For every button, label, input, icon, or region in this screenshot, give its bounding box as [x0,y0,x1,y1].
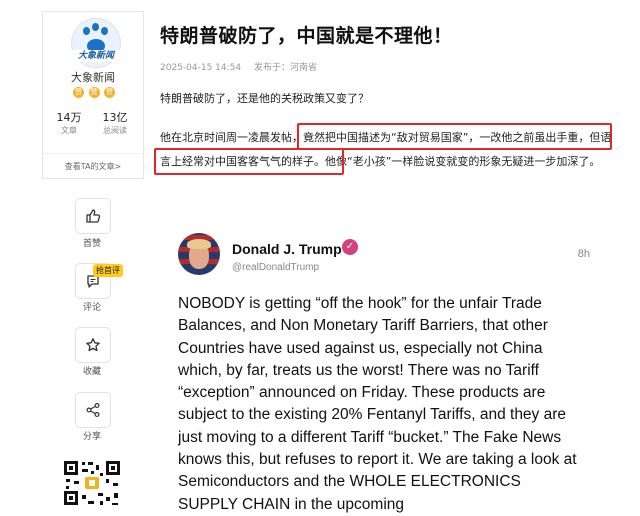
publish-datetime: 2025-04-15 14:54 [160,63,242,73]
view-articles-link[interactable]: 查看TA的文章> [43,161,143,172]
author-badges: 赞 赞 赞 [73,87,115,99]
paw-toe [101,27,108,35]
author-name[interactable]: 大象新闻 [43,69,143,85]
stat-value: 14万 [56,111,82,124]
post-author-handle[interactable]: @realDonaldTrump [232,262,319,273]
like-label: 首赞 [82,239,101,249]
embedded-social-post: Donald J. Trump ✓ @realDonaldTrump 8h NO… [170,222,610,513]
favorite-button[interactable] [75,327,111,363]
share-button[interactable] [75,392,111,428]
publish-location: 发布于：河南省 [253,63,317,73]
avatar[interactable] [178,233,220,275]
like-button[interactable] [75,198,111,234]
share-label: 分享 [82,432,101,442]
share-icon [86,403,100,418]
divider [43,153,143,154]
article-title: 特朗普破防了，中国就是不理他！ [160,25,453,47]
stat-label: 总阅读 [103,126,127,135]
article-meta: 2025-04-15 14:54 发布于：河南省 [160,60,327,73]
qr-code [62,459,122,507]
comment-label: 评论 [82,303,101,313]
star-icon [86,338,100,352]
stat-value: 13亿 [102,111,128,124]
highlight-box [154,148,344,175]
article-paragraph: 特朗普破防了，还是他的关税政策又变了？ [160,92,369,105]
paw-toe [92,23,99,31]
badge-icon: 赞 [88,87,100,98]
avatar-hair [187,239,211,249]
qr-code-image [64,461,120,505]
paw-toe [83,27,90,35]
stat-label: 文章 [61,126,77,135]
author-logo[interactable]: 大象新闻 [70,18,122,68]
post-author-name[interactable]: Donald J. Trump [232,241,342,257]
thumbs-up-icon [86,209,101,223]
verified-badge-icon: ✓ [342,239,358,255]
logo-text: 大象新闻 [70,50,122,62]
stat-articles: 14万 文章 [49,111,89,137]
first-comment-badge[interactable]: 抢首评 [93,264,123,277]
favorite-label: 收藏 [82,367,101,377]
post-body-text: NOBODY is getting “off the hook” for the… [178,295,577,513]
author-card: 大象新闻 大象新闻 赞 赞 赞 14万 文章 13亿 总阅读 查看TA的文章> [42,11,144,179]
highlight-box [297,123,612,150]
post-timestamp: 8h [577,248,590,260]
stat-reads: 13亿 总阅读 [95,111,135,137]
badge-icon: 赞 [104,87,115,98]
badge-icon: 赞 [73,87,84,98]
